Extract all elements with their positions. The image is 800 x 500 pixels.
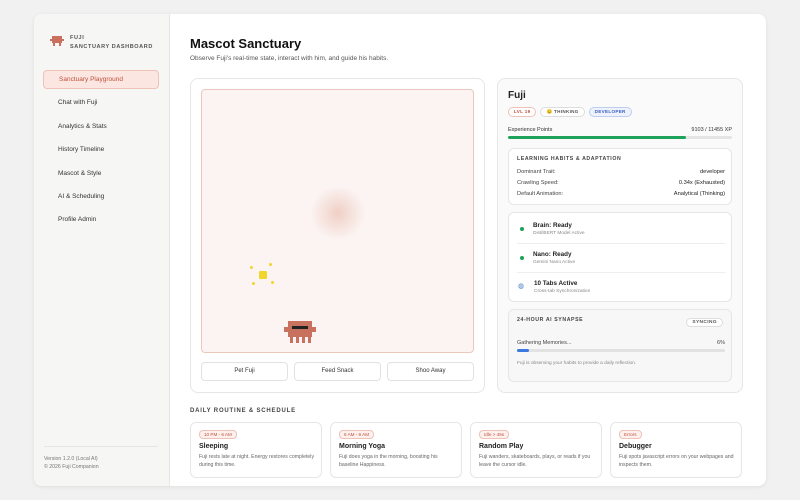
sidebar: FUJI SANCTUARY DASHBOARD Sanctuary Playg…	[34, 14, 170, 486]
routine-card-yoga: 6 AM - 9 AM Morning Yoga Fuji does yoga …	[330, 422, 462, 478]
glow-effect	[308, 188, 368, 238]
routine-time-tag: 10 PM - 6 AM	[199, 430, 237, 439]
sidebar-item-ai-scheduling[interactable]: AI & Scheduling	[43, 187, 159, 206]
routine-card-random-play: Idle > 45s Random Play Fuji wanders, ska…	[470, 422, 602, 478]
version-text: Version 1.2.0 (Local AI)	[44, 456, 98, 462]
pet-fuji-button[interactable]: Pet Fuji	[201, 362, 288, 381]
synapse-percent: 6%	[717, 340, 725, 346]
page-title: Mascot Sanctuary	[190, 36, 302, 51]
status-subtitle: DistilBERT Model Active	[533, 231, 585, 236]
synapse-label: Gathering Memories...	[517, 340, 572, 346]
globe-icon: ◍	[517, 283, 525, 290]
routine-description: Fuji wanders, skateboards, plays, or rea…	[479, 454, 591, 468]
status-row: Brain: Ready DistilBERT Model Active	[517, 215, 725, 243]
routine-card-debugger: Errors Debugger Fuji spots javascript er…	[610, 422, 742, 478]
fuji-info-panel: Fuji LVL 19 😐 THINKING DEVELOPER Experie…	[497, 78, 743, 393]
fuji-logo-icon	[50, 36, 64, 46]
sidebar-item-chat[interactable]: Chat with Fuji	[43, 93, 159, 112]
habit-row: Default Animation: Analytical (Thinking)	[517, 191, 725, 197]
routine-description: Fuji rests late at night. Energy restore…	[199, 454, 315, 468]
routine-time-tag: Idle > 45s	[479, 430, 510, 439]
brand-name: FUJI	[70, 35, 85, 41]
habit-key: Crawling Speed:	[517, 180, 559, 186]
mascot-name: Fuji	[508, 90, 526, 101]
status-title: Nano: Ready	[533, 251, 572, 258]
sidebar-item-sanctuary-playground[interactable]: Sanctuary Playground	[43, 70, 159, 89]
habits-title: LEARNING HABITS & ADAPTATION	[517, 156, 622, 162]
sidebar-footer: Version 1.2.0 (Local AI) © 2026 Fuji Com…	[44, 446, 158, 471]
role-badge: DEVELOPER	[588, 107, 632, 117]
synapse-note: Fuji is observing your habits to provide…	[517, 361, 637, 366]
routine-description: Fuji spots javascript errors on your web…	[619, 454, 734, 468]
main-content: Mascot Sanctuary Observe Fuji's real-tim…	[190, 14, 766, 486]
sidebar-item-mascot-style[interactable]: Mascot & Style	[43, 164, 159, 183]
brand-subtitle: SANCTUARY DASHBOARD	[70, 44, 153, 50]
state-badge: 😐 THINKING	[540, 107, 585, 117]
level-badge: LVL 19	[508, 107, 537, 117]
copyright-text: © 2026 Fuji Companion	[44, 464, 99, 470]
shoo-away-button[interactable]: Shoo Away	[387, 362, 474, 381]
habit-value: Analytical (Thinking)	[673, 191, 725, 197]
synapse-progress-bar	[517, 349, 725, 352]
habit-value: 0.34x (Exhausted)	[678, 180, 725, 186]
sidebar-item-history[interactable]: History Timeline	[43, 140, 159, 159]
status-subtitle: Cross-tab Synchronization	[534, 289, 591, 294]
routine-title: Random Play	[479, 443, 524, 450]
syncing-badge: SYNCING	[686, 318, 723, 327]
synapse-title: 24-HOUR AI SYNAPSE	[517, 317, 584, 323]
page-subtitle: Observe Fuji's real-time state, interact…	[190, 55, 389, 62]
xp-progress-fill	[508, 136, 687, 139]
routine-heading: DAILY ROUTINE & SCHEDULE	[190, 408, 296, 414]
status-badges: LVL 19 😐 THINKING DEVELOPER	[508, 107, 632, 117]
ai-synapse-card: 24-HOUR AI SYNAPSE SYNCING Gathering Mem…	[508, 309, 732, 382]
habit-row: Crawling Speed: 0.34x (Exhausted)	[517, 180, 725, 186]
sanctuary-canvas[interactable]	[201, 89, 474, 353]
sidebar-nav: Sanctuary Playground Chat with Fuji Anal…	[43, 70, 159, 234]
routine-title: Morning Yoga	[339, 443, 386, 450]
habit-key: Dominant Trait:	[517, 169, 556, 175]
routine-cards: 10 PM - 6 AM Sleeping Fuji rests late at…	[190, 422, 742, 478]
playground-panel: Pet Fuji Feed Snack Shoo Away	[190, 78, 485, 393]
fuji-mascot-icon[interactable]	[284, 321, 316, 343]
app-window: FUJI SANCTUARY DASHBOARD Sanctuary Playg…	[34, 14, 766, 486]
brand: FUJI SANCTUARY DASHBOARD	[50, 34, 153, 52]
routine-title: Debugger	[619, 443, 652, 450]
routine-description: Fuji does yoga in the morning, boosting …	[339, 454, 438, 468]
status-dot-icon	[520, 227, 524, 231]
status-title: Brain: Ready	[533, 222, 572, 229]
xp-value: 9103 / 11455 XP	[691, 127, 732, 133]
routine-time-tag: Errors	[619, 430, 642, 439]
xp-progress-bar	[508, 136, 732, 139]
sidebar-item-analytics[interactable]: Analytics & Stats	[43, 117, 159, 136]
status-title: 10 Tabs Active	[534, 280, 578, 287]
routine-time-tag: 6 AM - 9 AM	[339, 430, 375, 439]
status-dot-icon	[520, 256, 524, 260]
xp-row: Experience Points 9103 / 11455 XP	[508, 127, 732, 133]
habit-row: Dominant Trait: developer	[517, 169, 725, 175]
sparkle-icon	[250, 262, 274, 286]
routine-card-sleeping: 10 PM - 6 AM Sleeping Fuji rests late at…	[190, 422, 322, 478]
synapse-progress-row: Gathering Memories... 6%	[517, 340, 725, 346]
action-buttons: Pet Fuji Feed Snack Shoo Away	[201, 362, 474, 381]
learning-habits-card: LEARNING HABITS & ADAPTATION Dominant Tr…	[508, 148, 732, 205]
synapse-progress-fill	[517, 349, 530, 352]
habit-value: developer	[700, 169, 725, 175]
habit-key: Default Animation:	[517, 191, 564, 197]
status-subtitle: Gemini Nano Active	[533, 260, 576, 265]
routine-title: Sleeping	[199, 443, 229, 450]
status-row: Nano: Ready Gemini Nano Active	[517, 244, 725, 272]
system-status-card: Brain: Ready DistilBERT Model Active Nan…	[508, 212, 732, 302]
feed-snack-button[interactable]: Feed Snack	[294, 362, 381, 381]
xp-label: Experience Points	[508, 127, 553, 133]
status-row: ◍ 10 Tabs Active Cross-tab Synchronizati…	[517, 273, 725, 301]
sidebar-item-profile-admin[interactable]: Profile Admin	[43, 210, 159, 229]
